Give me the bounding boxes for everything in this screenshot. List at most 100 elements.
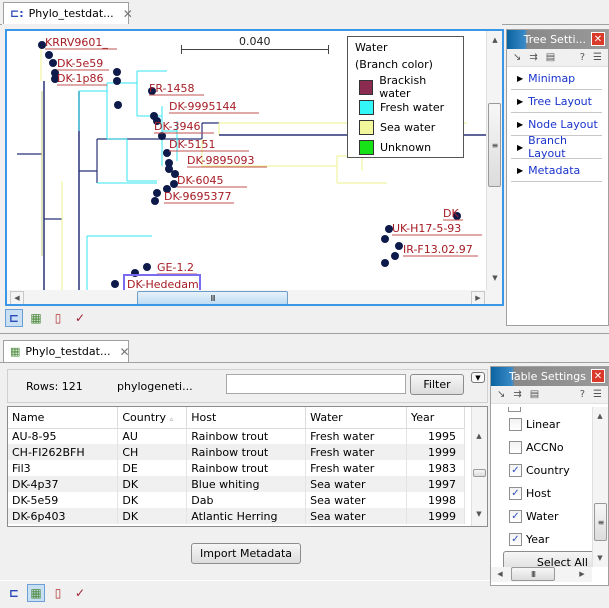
column-header-water[interactable]: Water (305, 407, 408, 429)
column-toggle-accno[interactable]: ACCNo (491, 436, 592, 459)
checkbox[interactable] (509, 418, 522, 431)
settings-vertical-scrollbar[interactable]: ▲ ≡ ▼ (592, 407, 608, 567)
history-book-icon[interactable]: ▯ (49, 309, 67, 327)
leaf-label[interactable]: KRRV9601_ (45, 36, 108, 49)
checkbox[interactable]: ✓ (509, 533, 522, 546)
history-book-icon[interactable]: ▯ (49, 584, 67, 602)
table-row[interactable]: AU-8-95 AU Rainbow trout Fresh water 1995 (8, 428, 465, 444)
save-settings-icon[interactable]: ▤ (530, 389, 539, 400)
leaf-label[interactable]: DK-Hededam (127, 278, 199, 290)
tree-view-icon[interactable]: ⊏ (5, 309, 23, 327)
scroll-right-arrow[interactable]: ▶ (471, 291, 485, 304)
help-icon[interactable]: ? (580, 389, 585, 400)
leaf-label[interactable]: DK-5e59 (57, 57, 103, 70)
tree-node[interactable] (153, 189, 161, 197)
scroll-down-arrow[interactable]: ▼ (472, 507, 486, 521)
import-metadata-button[interactable]: Import Metadata (191, 543, 301, 564)
scroll-thumb[interactable]: III (137, 291, 288, 304)
column-header-country[interactable]: Country ▵ (117, 407, 188, 429)
tree-node[interactable] (381, 235, 389, 243)
leaf-label[interactable]: DK-1p86 (57, 72, 103, 85)
tree-node[interactable] (143, 263, 151, 271)
column-toggle-host[interactable]: ✓ Host (491, 482, 592, 505)
scroll-thumb[interactable]: ≡ (488, 103, 501, 187)
leaf-label[interactable]: DK-5151 (169, 138, 216, 151)
scroll-right-arrow[interactable]: ▶ (575, 567, 589, 581)
scroll-thumb[interactable] (473, 469, 486, 477)
annotations-icon[interactable]: ✓ (71, 309, 89, 327)
tree-node[interactable] (113, 68, 121, 76)
scroll-left-arrow[interactable]: ◀ (10, 291, 24, 304)
checkbox[interactable]: ✓ (509, 487, 522, 500)
tree-canvas[interactable]: KRRV9601_ DK-5e59 DK-1p86 FR-1458 DK-9995144… (5, 29, 504, 306)
section-branch-layout[interactable]: ▶ Branch Layout (511, 134, 602, 160)
table-vertical-scrollbar[interactable]: ▲ ▼ (471, 407, 487, 526)
table-view-icon[interactable]: ▦ (27, 309, 45, 327)
column-toggle-country[interactable]: ✓ Country (491, 459, 592, 482)
scroll-up-arrow[interactable]: ▲ (472, 429, 486, 443)
save-settings-icon[interactable]: ▤ (546, 52, 555, 63)
table-row[interactable]: CH-FI262BFH CH Rainbow trout Fresh water 199… (8, 444, 465, 460)
leaf-label[interactable]: FR-1458 (149, 82, 195, 95)
tree-node[interactable] (391, 252, 399, 260)
filter-input[interactable] (226, 374, 406, 394)
settings-horizontal-scrollbar[interactable]: ◀ III ▶ (491, 567, 592, 582)
column-header-year[interactable]: Year (406, 407, 465, 429)
column-toggle-water[interactable]: ✓ Water (491, 505, 592, 528)
tree-editor-tab[interactable]: ⊏: Phylo_testdat... ✕ (3, 2, 133, 24)
annotations-icon[interactable]: ✓ (71, 584, 89, 602)
scroll-thumb[interactable]: III (511, 567, 555, 581)
column-toggle-linear[interactable]: Linear (491, 413, 592, 436)
collapse-icon[interactable]: ↘ (513, 52, 521, 63)
tree-horizontal-scrollbar[interactable]: ◀ III ▶ (7, 290, 502, 304)
section-tree-layout[interactable]: ▶ Tree Layout (511, 90, 602, 113)
section-minimap[interactable]: ▶ Minimap (511, 67, 602, 90)
filter-options-dropdown[interactable]: ▼ (471, 372, 485, 383)
leaf-label[interactable]: DK-6045 (177, 174, 224, 187)
scroll-up-arrow[interactable]: ▲ (488, 33, 502, 47)
table-row[interactable]: DK-4p37 DK Blue whiting Sea water 1997 (8, 476, 465, 492)
scroll-down-arrow[interactable]: ▼ (593, 551, 607, 565)
close-icon[interactable]: ✕ (119, 345, 129, 359)
expand-icon[interactable]: ⇉ (513, 389, 521, 400)
menu-icon[interactable]: ☰ (593, 389, 602, 400)
table-row[interactable]: DK-6p403 DK Atlantic Herring Sea water 1999 (8, 508, 465, 524)
expand-icon[interactable]: ⇉ (529, 52, 537, 63)
filter-button[interactable]: Filter (410, 374, 464, 395)
scroll-left-arrow[interactable]: ◀ (493, 567, 507, 581)
tree-view-icon[interactable]: ⊏ (5, 584, 23, 602)
select-all-button[interactable]: Select All (503, 551, 592, 567)
column-header-host[interactable]: Host (186, 407, 307, 429)
tree-node[interactable] (113, 77, 121, 85)
help-icon[interactable]: ? (580, 52, 585, 63)
close-icon[interactable]: ✕ (123, 7, 133, 21)
tree-node[interactable] (114, 101, 122, 109)
scroll-down-arrow[interactable]: ▼ (488, 271, 502, 285)
leaf-label[interactable]: DK-3946 (154, 120, 201, 133)
section-node-layout[interactable]: ▶ Node Layout (511, 113, 602, 136)
leaf-label[interactable]: GE-1.2 (157, 261, 194, 274)
checkbox[interactable]: ✓ (509, 464, 522, 477)
tree-node[interactable] (49, 59, 57, 67)
tree-node[interactable] (151, 197, 159, 205)
tree-node[interactable] (111, 280, 119, 288)
tree-vertical-scrollbar[interactable]: ▲ ≡ ▼ (486, 31, 502, 290)
table-row[interactable]: DK-5e59 DK Dab Sea water 1998 (8, 492, 465, 508)
column-toggle-year[interactable]: ✓ Year (491, 528, 592, 551)
checkbox[interactable] (509, 441, 522, 454)
section-metadata[interactable]: ▶ Metadata (511, 159, 602, 182)
close-settings-icon[interactable]: ✕ (591, 32, 605, 46)
table-view-icon[interactable]: ▦ (27, 584, 45, 602)
close-settings-icon[interactable]: ✕ (591, 369, 605, 383)
tree-node[interactable] (395, 242, 403, 250)
scroll-up-arrow[interactable]: ▲ (593, 409, 607, 423)
scroll-thumb[interactable]: ≡ (594, 503, 607, 541)
leaf-label[interactable]: DK (443, 207, 459, 220)
leaf-label[interactable]: IR-F13.02.97 (403, 243, 473, 256)
column-header-name[interactable]: Name (8, 407, 119, 429)
checkbox[interactable]: ✓ (509, 510, 522, 523)
table-row[interactable]: Fil3 DE Rainbow trout Fresh water 1983 (8, 460, 465, 476)
tree-node[interactable] (381, 259, 389, 267)
collapse-icon[interactable]: ↘ (497, 389, 505, 400)
leaf-label[interactable]: DK-9995144 (169, 100, 237, 113)
